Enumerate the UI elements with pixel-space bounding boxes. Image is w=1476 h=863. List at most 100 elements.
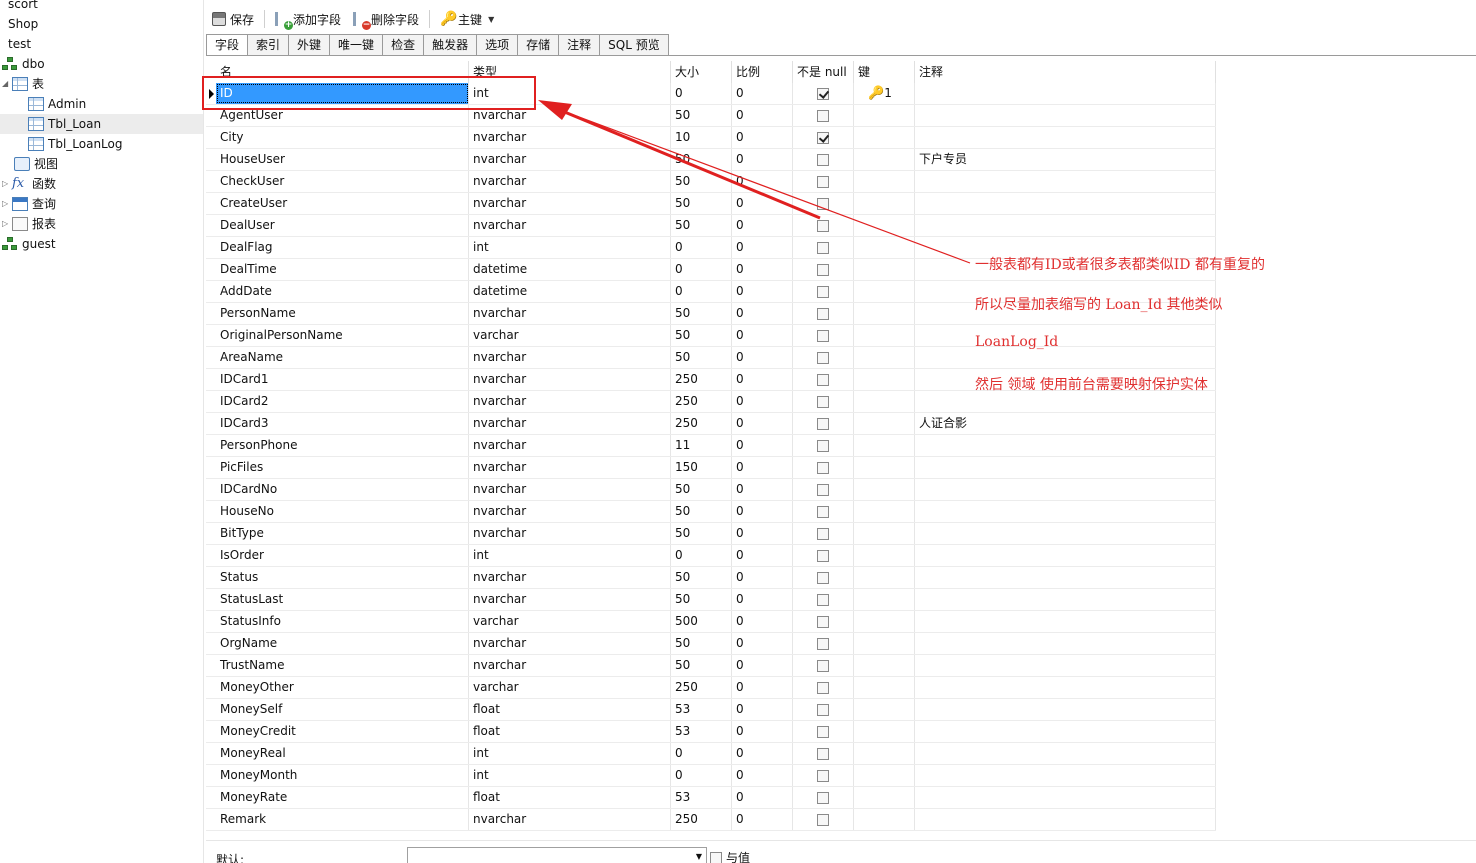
header-note[interactable]: 注释 [915, 61, 1216, 83]
field-size-cell[interactable]: 250 [671, 391, 732, 412]
field-size-cell[interactable]: 53 [671, 721, 732, 742]
field-scale-cell[interactable]: 0 [732, 171, 793, 192]
table-row[interactable]: IDCard2 nvarchar 250 0 [206, 391, 1216, 413]
not-null-checkbox[interactable] [817, 131, 829, 144]
field-size-cell[interactable]: 150 [671, 457, 732, 478]
table-row[interactable]: MoneyRate float 53 0 [206, 787, 1216, 809]
expand-toggle-icon[interactable]: ◢ [2, 74, 12, 94]
field-scale-cell[interactable]: 0 [732, 567, 793, 588]
field-key-cell[interactable] [854, 259, 915, 280]
field-scale-cell[interactable]: 0 [732, 677, 793, 698]
field-key-cell[interactable] [854, 413, 915, 434]
expand-toggle-icon[interactable]: ▷ [2, 194, 12, 214]
field-type-cell[interactable]: nvarchar [469, 501, 671, 522]
field-size-cell[interactable]: 50 [671, 479, 732, 500]
field-name-cell[interactable]: MoneyOther [216, 677, 469, 698]
table-row[interactable]: HouseUser nvarchar 50 0 下户专员 [206, 149, 1216, 171]
field-key-cell[interactable] [854, 215, 915, 236]
table-row[interactable]: MoneyOther varchar 250 0 [206, 677, 1216, 699]
not-null-checkbox[interactable] [817, 813, 829, 826]
table-row[interactable]: BitType nvarchar 50 0 [206, 523, 1216, 545]
field-scale-cell[interactable]: 0 [732, 105, 793, 126]
table-row[interactable]: IDCard3 nvarchar 250 0 人证合影 [206, 413, 1216, 435]
field-type-cell[interactable]: nvarchar [469, 369, 671, 390]
field-size-cell[interactable]: 50 [671, 633, 732, 654]
not-null-checkbox[interactable] [817, 417, 829, 430]
table-row[interactable]: IDCardNo nvarchar 50 0 [206, 479, 1216, 501]
field-scale-cell[interactable]: 0 [732, 237, 793, 258]
field-key-cell[interactable] [854, 787, 915, 808]
field-size-cell[interactable]: 53 [671, 787, 732, 808]
field-key-cell[interactable] [854, 171, 915, 192]
field-type-cell[interactable]: nvarchar [469, 479, 671, 500]
tree-item-admin[interactable]: Admin [28, 94, 86, 114]
field-scale-cell[interactable]: 0 [732, 611, 793, 632]
table-row[interactable]: PersonPhone nvarchar 11 0 [206, 435, 1216, 457]
field-name-cell[interactable]: PersonName [216, 303, 469, 324]
field-key-cell[interactable] [854, 479, 915, 500]
tree-item--[interactable]: ▷ 查询 [2, 194, 56, 214]
field-note-cell[interactable]: 人证合影 [915, 413, 1216, 434]
field-type-cell[interactable]: int [469, 545, 671, 566]
field-size-cell[interactable]: 50 [671, 501, 732, 522]
field-type-cell[interactable]: nvarchar [469, 809, 671, 830]
not-null-checkbox[interactable] [817, 241, 829, 254]
table-row[interactable]: AreaName nvarchar 50 0 [206, 347, 1216, 369]
field-type-cell[interactable]: nvarchar [469, 193, 671, 214]
tree-item-tbl-loan[interactable]: Tbl_Loan [0, 114, 203, 134]
field-note-cell[interactable] [915, 347, 1216, 368]
field-name-cell[interactable]: DealFlag [216, 237, 469, 258]
field-size-cell[interactable]: 50 [671, 347, 732, 368]
field-key-cell[interactable]: 🔑1 [854, 83, 915, 104]
field-note-cell[interactable] [915, 743, 1216, 764]
table-row[interactable]: MoneySelf float 53 0 [206, 699, 1216, 721]
field-name-cell[interactable]: MoneyCredit [216, 721, 469, 742]
field-key-cell[interactable] [854, 523, 915, 544]
field-note-cell[interactable] [915, 677, 1216, 698]
field-key-cell[interactable] [854, 435, 915, 456]
not-null-checkbox[interactable] [817, 351, 829, 364]
table-row[interactable]: ID int 0 0 🔑1 [206, 83, 1216, 105]
field-scale-cell[interactable]: 0 [732, 787, 793, 808]
field-name-cell[interactable]: CheckUser [216, 171, 469, 192]
field-key-cell[interactable] [854, 655, 915, 676]
field-size-cell[interactable]: 50 [671, 215, 732, 236]
field-name-cell[interactable]: ID [216, 83, 469, 104]
field-scale-cell[interactable]: 0 [732, 413, 793, 434]
tab-0[interactable]: 字段 [206, 34, 249, 56]
field-name-cell[interactable]: OrgName [216, 633, 469, 654]
chevron-down-icon[interactable]: ▼ [488, 15, 494, 24]
field-size-cell[interactable]: 11 [671, 435, 732, 456]
not-null-checkbox[interactable] [817, 791, 829, 804]
tree-item-scort[interactable]: scort [8, 0, 38, 14]
not-null-checkbox[interactable] [817, 593, 829, 606]
table-row[interactable]: CreateUser nvarchar 50 0 [206, 193, 1216, 215]
table-row[interactable]: IsOrder int 0 0 [206, 545, 1216, 567]
tree-item-dbo[interactable]: dbo [2, 54, 45, 74]
not-null-checkbox[interactable] [817, 285, 829, 298]
field-size-cell[interactable]: 0 [671, 237, 732, 258]
field-type-cell[interactable]: int [469, 743, 671, 764]
field-size-cell[interactable]: 50 [671, 325, 732, 346]
field-scale-cell[interactable]: 0 [732, 259, 793, 280]
field-type-cell[interactable]: nvarchar [469, 171, 671, 192]
header-notnull[interactable]: 不是 null [793, 61, 854, 83]
tree-item--[interactable]: 视图 [14, 154, 58, 174]
tab-8[interactable]: 注释 [559, 34, 601, 56]
not-null-checkbox[interactable] [817, 373, 829, 386]
field-key-cell[interactable] [854, 699, 915, 720]
tree-item--[interactable]: ▷ 报表 [2, 214, 56, 234]
field-size-cell[interactable]: 50 [671, 589, 732, 610]
field-name-cell[interactable]: OriginalPersonName [216, 325, 469, 346]
field-type-cell[interactable]: int [469, 83, 671, 104]
field-note-cell[interactable] [915, 501, 1216, 522]
field-type-cell[interactable]: nvarchar [469, 413, 671, 434]
field-note-cell[interactable] [915, 171, 1216, 192]
field-scale-cell[interactable]: 0 [732, 391, 793, 412]
field-scale-cell[interactable]: 0 [732, 523, 793, 544]
not-null-checkbox[interactable] [817, 483, 829, 496]
field-type-cell[interactable]: nvarchar [469, 149, 671, 170]
table-row[interactable]: Status nvarchar 50 0 [206, 567, 1216, 589]
table-row[interactable]: DealUser nvarchar 50 0 [206, 215, 1216, 237]
tab-6[interactable]: 选项 [477, 34, 519, 56]
